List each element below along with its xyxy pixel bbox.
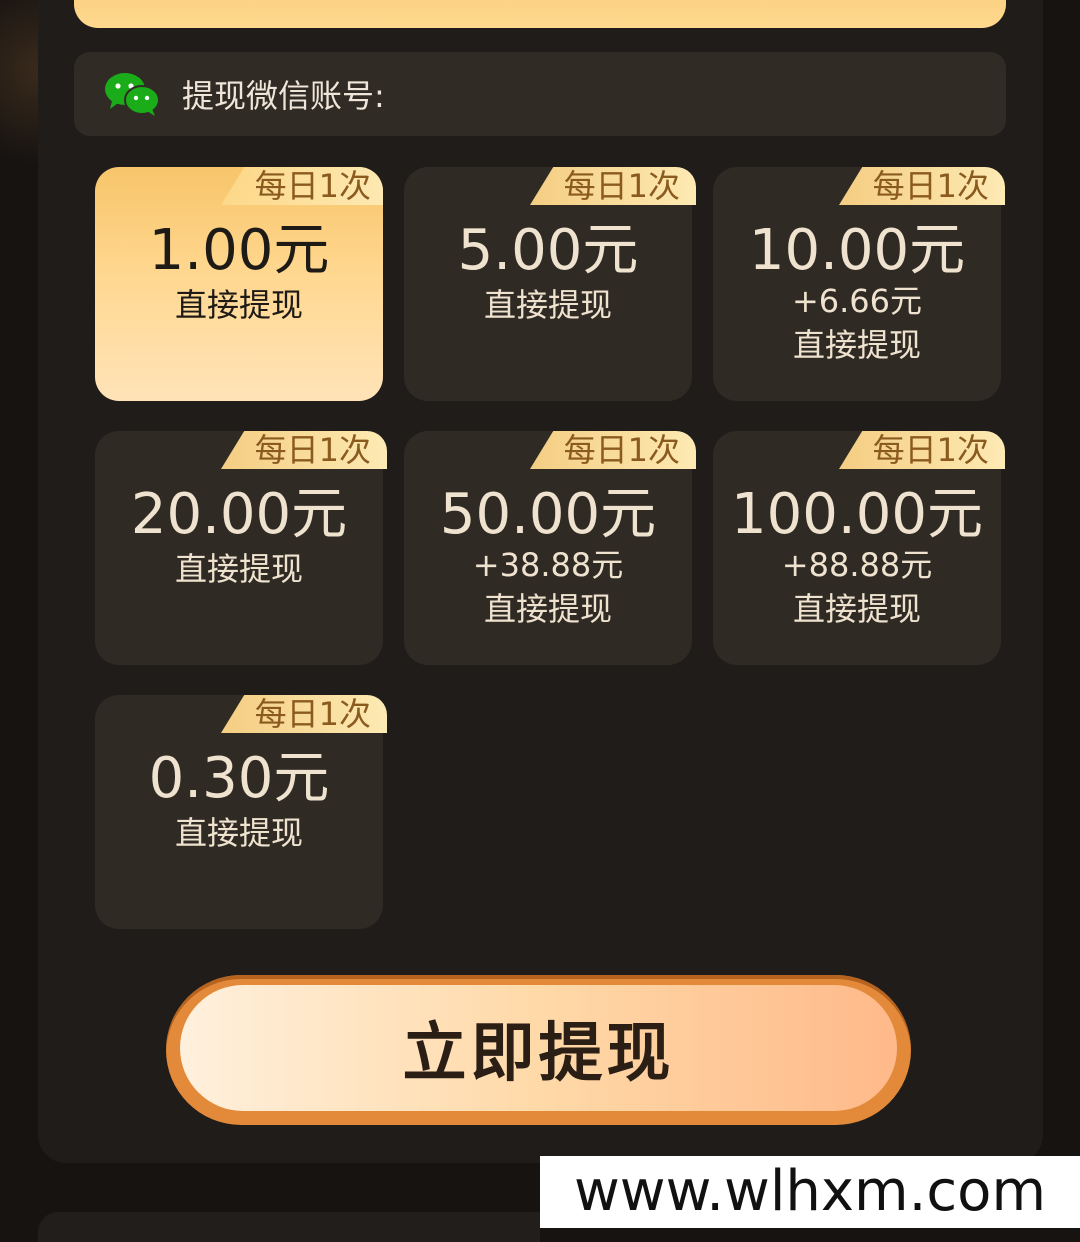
option-amount: 5.00元 (457, 218, 639, 283)
option-bonus: +88.88元 (781, 546, 933, 584)
wechat-icon (104, 71, 160, 117)
daily-limit-badge: 每日1次 (221, 695, 387, 733)
next-section-edge (38, 1212, 540, 1242)
option-action-label: 直接提现 (174, 286, 303, 324)
option-action-label: 直接提现 (174, 814, 303, 852)
daily-limit-badge: 每日1次 (839, 167, 1005, 205)
withdraw-option-0-30[interactable]: 每日1次 0.30元 直接提现 (95, 695, 387, 929)
option-bonus: +6.66元 (791, 282, 923, 320)
withdraw-option-1[interactable]: 每日1次 1.00元 直接提现 (95, 167, 383, 401)
option-amount: 10.00元 (748, 218, 966, 283)
daily-limit-badge: 每日1次 (221, 167, 383, 205)
withdraw-option-100[interactable]: 每日1次 100.00元 +88.88元 直接提现 (713, 431, 1005, 665)
option-amount: 20.00元 (130, 482, 348, 547)
wechat-account-row[interactable]: 提现微信账号: (74, 52, 1006, 136)
withdraw-now-label: 立即提现 (180, 985, 897, 1111)
option-amount: 1.00元 (148, 218, 330, 283)
option-action-label: 直接提现 (483, 590, 612, 628)
option-amount: 50.00元 (439, 482, 657, 547)
option-bonus: +38.88元 (472, 546, 624, 584)
daily-limit-badge: 每日1次 (839, 431, 1005, 469)
top-banner (74, 0, 1006, 28)
wechat-account-label: 提现微信账号: (182, 77, 385, 115)
withdraw-now-button[interactable]: 立即提现 (166, 975, 911, 1125)
option-amount: 0.30元 (148, 746, 330, 811)
option-action-label: 直接提现 (792, 326, 921, 364)
withdraw-option-50[interactable]: 每日1次 50.00元 +38.88元 直接提现 (404, 431, 696, 665)
option-action-label: 直接提现 (792, 590, 921, 628)
option-action-label: 直接提现 (483, 286, 612, 324)
withdraw-option-5[interactable]: 每日1次 5.00元 直接提现 (404, 167, 696, 401)
watermark: www.wlhxm.com (540, 1156, 1080, 1228)
daily-limit-badge: 每日1次 (530, 167, 696, 205)
option-amount: 100.00元 (731, 482, 983, 547)
withdraw-option-10[interactable]: 每日1次 10.00元 +6.66元 直接提现 (713, 167, 1005, 401)
daily-limit-badge: 每日1次 (530, 431, 696, 469)
withdraw-option-20[interactable]: 每日1次 20.00元 直接提现 (95, 431, 387, 665)
option-action-label: 直接提现 (174, 550, 303, 588)
daily-limit-badge: 每日1次 (221, 431, 387, 469)
